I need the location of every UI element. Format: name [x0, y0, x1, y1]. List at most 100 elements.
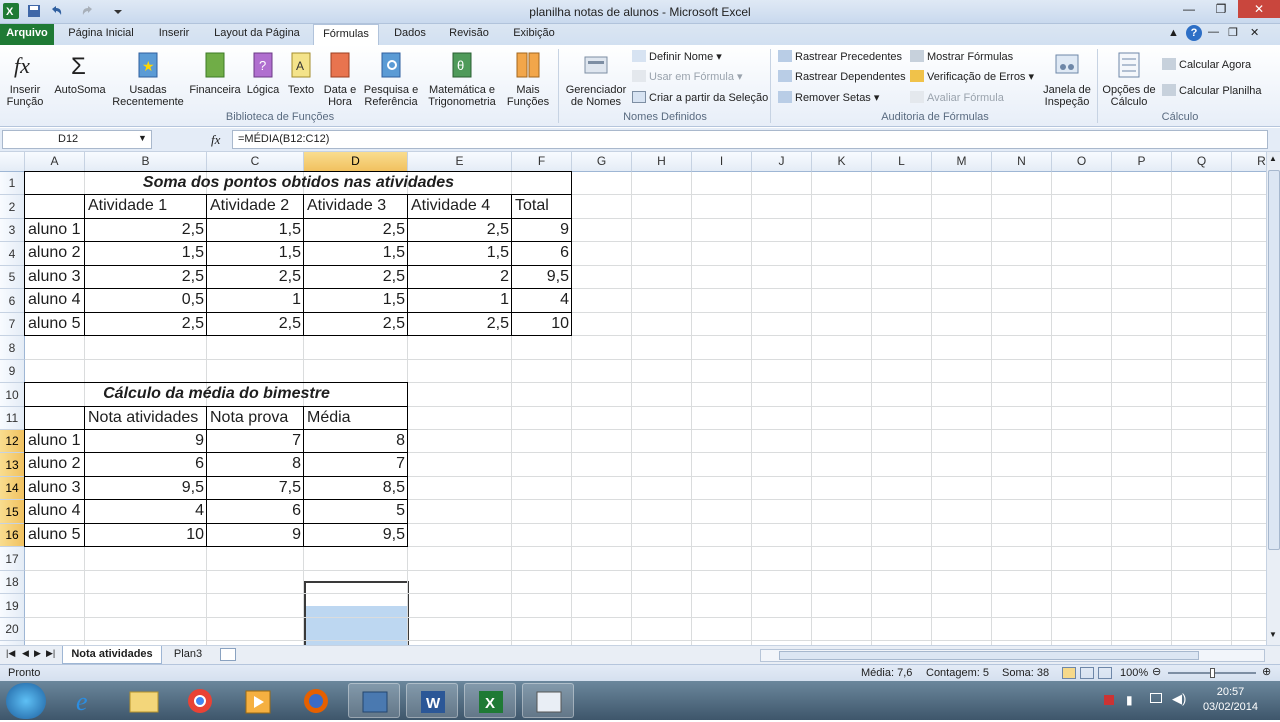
vertical-scroll-thumb[interactable] — [1268, 170, 1280, 550]
taskbar-firefox-icon[interactable] — [290, 683, 342, 718]
student-name-cell[interactable]: aluno 1 — [25, 219, 85, 242]
formula-input[interactable]: =MÉDIA(B12:C12) — [232, 130, 1268, 149]
logical-button[interactable]: ? Lógica — [242, 49, 284, 96]
average-cell[interactable]: 7 — [304, 453, 408, 477]
grade-cell[interactable]: 7,5 — [207, 477, 304, 500]
student-name-cell[interactable]: aluno 5 — [25, 524, 85, 547]
taskbar-explorer-icon[interactable] — [118, 683, 170, 718]
score-cell[interactable]: 2,5 — [207, 313, 304, 336]
grade-cell[interactable]: 9 — [207, 524, 304, 547]
column-header-j[interactable]: J — [752, 152, 812, 172]
score-cell[interactable]: 2,5 — [85, 313, 207, 336]
row-header-2[interactable]: 2 — [0, 195, 25, 219]
row-header-18[interactable]: 18 — [0, 571, 25, 594]
row-header-15[interactable]: 15 — [0, 500, 25, 524]
score-cell[interactable]: 2,5 — [304, 266, 408, 289]
row-header-3[interactable]: 3 — [0, 219, 25, 242]
student-name-cell[interactable]: aluno 3 — [25, 266, 85, 289]
calc-options-button[interactable]: Opções de Cálculo — [1100, 49, 1158, 108]
row-header-8[interactable]: 8 — [0, 336, 25, 360]
score-cell[interactable]: 6 — [512, 242, 572, 266]
table1-header[interactable]: Atividade 3 — [304, 195, 408, 219]
grade-cell[interactable]: 10 — [85, 524, 207, 547]
horizontal-scrollbar[interactable] — [760, 649, 1265, 662]
tab-page-layout[interactable]: Layout da Página — [206, 24, 308, 45]
score-cell[interactable]: 1,5 — [304, 289, 408, 313]
row-header-4[interactable]: 4 — [0, 242, 25, 266]
table2-header[interactable]: Média — [304, 407, 408, 430]
table1-header[interactable]: Atividade 1 — [85, 195, 207, 219]
column-header-g[interactable]: G — [572, 152, 632, 172]
watch-window-button[interactable]: Janela de Inspeção — [1040, 49, 1094, 108]
score-cell[interactable]: 2 — [408, 266, 512, 289]
math-trig-button[interactable]: θ Matemática e Trigonometria — [422, 49, 502, 108]
student-name-cell[interactable]: aluno 5 — [25, 313, 85, 336]
more-functions-button[interactable]: Mais Funções — [502, 49, 554, 108]
sheet-tab-nota-atividades[interactable]: Nota atividades — [62, 646, 162, 664]
row-header-6[interactable]: 6 — [0, 289, 25, 313]
score-cell[interactable]: 2,5 — [304, 313, 408, 336]
student-name-cell[interactable]: aluno 2 — [25, 242, 85, 266]
table1-title[interactable]: Soma dos pontos obtidos nas atividades — [25, 172, 572, 195]
table1-header[interactable]: Atividade 4 — [408, 195, 512, 219]
score-cell[interactable]: 1,5 — [304, 242, 408, 266]
normal-view-icon[interactable] — [1062, 667, 1076, 679]
table2-title[interactable]: Cálculo da média do bimestre — [25, 383, 408, 407]
tab-data[interactable]: Dados — [384, 24, 436, 45]
window-minimize-icon[interactable]: — — [1208, 26, 1219, 38]
row-header-5[interactable]: 5 — [0, 266, 25, 289]
taskbar-excel-icon[interactable]: X — [464, 683, 516, 718]
start-button[interactable] — [6, 683, 46, 719]
score-cell[interactable]: 1,5 — [207, 219, 304, 242]
row-header-14[interactable]: 14 — [0, 477, 25, 500]
student-name-cell[interactable]: aluno 4 — [25, 500, 85, 524]
taskbar-ie-icon[interactable]: e — [60, 683, 112, 718]
minimize-ribbon-icon[interactable]: ▲ — [1168, 27, 1179, 39]
score-cell[interactable]: 1 — [408, 289, 512, 313]
grade-cell[interactable]: 7 — [207, 430, 304, 453]
row-header-7[interactable]: 7 — [0, 313, 25, 336]
insert-sheet-icon[interactable] — [220, 648, 236, 661]
taskbar-app-icon[interactable] — [348, 683, 400, 718]
tab-view[interactable]: Exibição — [503, 24, 565, 45]
recently-used-button[interactable]: ★ Usadas Recentemente — [106, 49, 190, 108]
spreadsheet-grid[interactable]: + + ABCDEFGHIJKLMNOPQR123456789101112131… — [0, 152, 1266, 645]
scroll-up-icon[interactable]: ▲ — [1269, 154, 1277, 163]
create-from-selection-button[interactable]: Criar a partir da Seleção — [632, 90, 768, 106]
row-header-10[interactable]: 10 — [0, 383, 25, 407]
column-header-h[interactable]: H — [632, 152, 692, 172]
column-header-d[interactable]: D — [304, 152, 408, 172]
row-header-12[interactable]: 12 — [0, 430, 25, 453]
column-header-m[interactable]: M — [932, 152, 992, 172]
autosum-button[interactable]: Σ AutoSoma — [50, 49, 110, 96]
score-cell[interactable]: 2,5 — [408, 219, 512, 242]
score-cell[interactable]: 2,5 — [207, 266, 304, 289]
column-header-a[interactable]: A — [25, 152, 85, 172]
column-header-k[interactable]: K — [812, 152, 872, 172]
column-header-l[interactable]: L — [872, 152, 932, 172]
name-box[interactable]: D12 — [2, 130, 152, 149]
student-name-cell[interactable]: aluno 2 — [25, 453, 85, 477]
column-header-f[interactable]: F — [512, 152, 572, 172]
student-name-cell[interactable]: aluno 3 — [25, 477, 85, 500]
grade-cell[interactable]: 9,5 — [85, 477, 207, 500]
table1-header[interactable]: Total — [512, 195, 572, 219]
calculate-now-button[interactable]: Calcular Agora — [1162, 57, 1251, 73]
text-button[interactable]: A Texto — [284, 49, 318, 96]
zoom-out-icon[interactable]: ⊖ — [1152, 665, 1161, 678]
use-in-formula-button[interactable]: Usar em Fórmula ▾ — [632, 69, 743, 85]
zoom-level[interactable]: 100% — [1120, 667, 1148, 679]
score-cell[interactable]: 1,5 — [408, 242, 512, 266]
column-header-r[interactable]: R — [1232, 152, 1266, 172]
date-time-button[interactable]: Data e Hora — [320, 49, 360, 108]
taskbar-word-icon[interactable]: W — [406, 683, 458, 718]
average-cell[interactable]: 8 — [304, 430, 408, 453]
close-button[interactable]: ✕ — [1238, 0, 1280, 18]
window-restore-icon[interactable]: ❐ — [1228, 26, 1238, 39]
average-cell[interactable]: 8,5 — [304, 477, 408, 500]
student-name-cell[interactable]: aluno 4 — [25, 289, 85, 313]
tray-volume-icon[interactable]: ◀) — [1172, 691, 1186, 707]
minimize-button[interactable]: — — [1174, 0, 1204, 18]
score-cell[interactable]: 1,5 — [207, 242, 304, 266]
zoom-in-icon[interactable]: ⊕ — [1262, 665, 1271, 678]
